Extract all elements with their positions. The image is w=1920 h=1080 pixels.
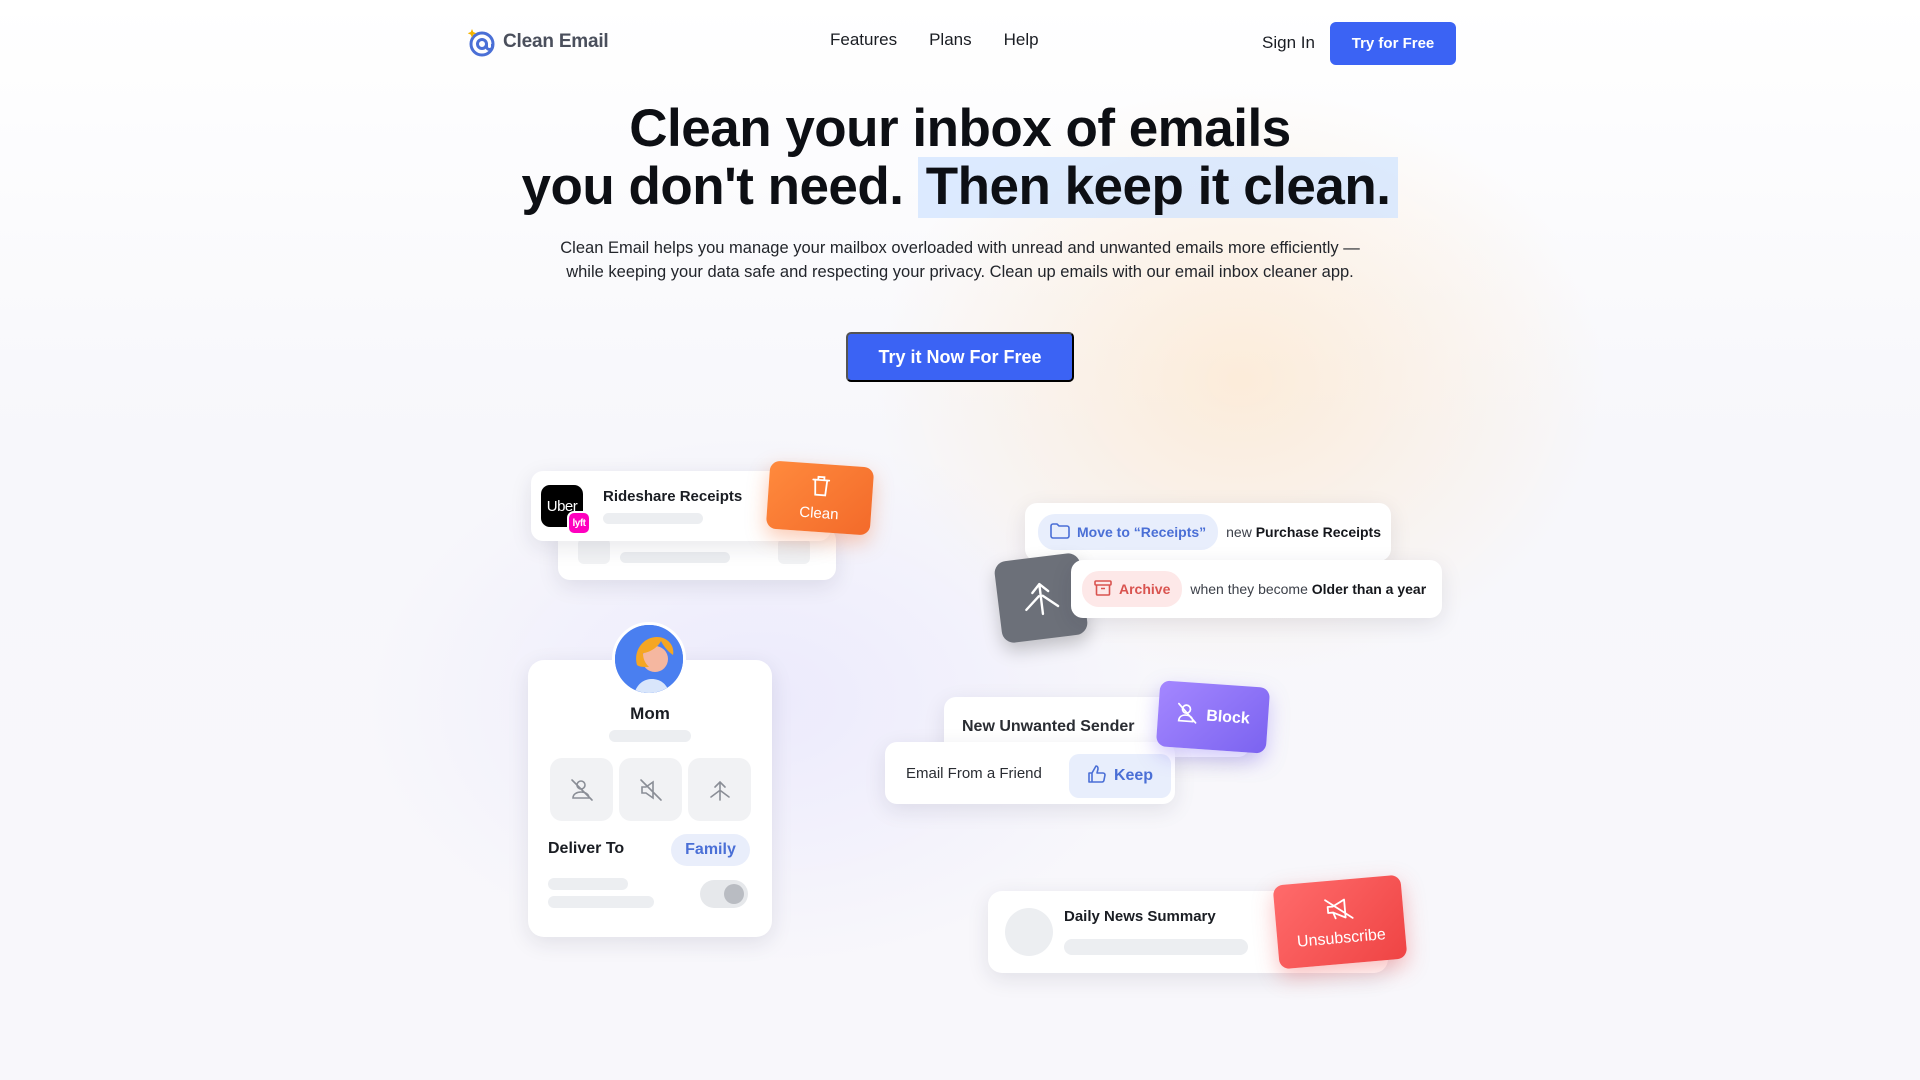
- clean-button[interactable]: Clean: [765, 460, 875, 536]
- block-sender-icon[interactable]: [550, 758, 613, 821]
- nav-help[interactable]: Help: [1004, 30, 1039, 50]
- mute-icon[interactable]: [619, 758, 682, 821]
- hero-description: Clean Email helps you manage your mailbo…: [560, 239, 1360, 281]
- clean-label: Clean: [798, 503, 840, 523]
- headline-highlight: Then keep it clean.: [917, 157, 1399, 218]
- nav-features[interactable]: Features: [830, 30, 897, 50]
- rule-archive-old[interactable]: Archive when they become Older than a ye…: [1071, 560, 1442, 618]
- at-sign-logo-icon: [465, 26, 497, 58]
- trash-icon: [778, 538, 810, 564]
- placeholder-line: [609, 730, 691, 742]
- deliver-to-label: Deliver To: [548, 840, 625, 857]
- unsubscribe-button[interactable]: Unsubscribe: [1272, 874, 1408, 970]
- archive-prefix: when they become: [1190, 581, 1308, 597]
- hero-headline: Clean your inbox of emails you don't nee…: [480, 99, 1440, 218]
- block-label: Block: [1205, 707, 1251, 728]
- move-to-receipts-pill[interactable]: Move to “Receipts”: [1038, 514, 1219, 550]
- headline-line-2a: you don't need.: [521, 157, 904, 216]
- main-nav: Features Plans Help: [830, 30, 1039, 50]
- logo-text: Clean Email: [503, 31, 609, 52]
- move-arrows-icon: [1016, 571, 1066, 625]
- block-user-icon: [1175, 701, 1199, 729]
- partner-logos-row: [0, 1068, 1920, 1080]
- contact-name: Mom: [630, 704, 670, 723]
- archive-target: Older than a year: [1311, 581, 1427, 597]
- try-it-now-button[interactable]: Try it Now For Free: [846, 332, 1074, 382]
- lyft-badge: lyft: [567, 511, 591, 535]
- contact-actions: [550, 758, 751, 821]
- sender-avatar-placeholder: [1005, 908, 1053, 956]
- move-icon[interactable]: [688, 758, 751, 821]
- megaphone-off-icon: [1323, 895, 1355, 927]
- placeholder-line: [548, 878, 628, 890]
- folder-icon: [1050, 522, 1070, 542]
- logo[interactable]: Clean Email: [465, 25, 609, 59]
- archive-icon: [1094, 579, 1112, 600]
- placeholder-line: [620, 552, 730, 563]
- trash-icon: [810, 474, 832, 501]
- archive-rule-text: when they become Older than a year: [1190, 581, 1426, 597]
- move-rule-text: new Purchase Receipts: [1226, 524, 1381, 540]
- archive-label: Archive: [1119, 581, 1171, 597]
- mom-contact-card[interactable]: Mom Deliver To Family: [528, 660, 772, 937]
- block-button[interactable]: Block: [1155, 680, 1271, 754]
- friend-email-label: Email From a Friend: [906, 764, 1042, 782]
- archive-pill[interactable]: Archive: [1082, 571, 1183, 607]
- keep-label: Keep: [1113, 767, 1154, 784]
- move-label: Move to “Receipts”: [1077, 524, 1207, 540]
- unwanted-sender-label: New Unwanted Sender: [962, 718, 1135, 735]
- nav-plans[interactable]: Plans: [929, 30, 972, 50]
- keep-button[interactable]: Keep: [1069, 754, 1171, 798]
- try-for-free-button[interactable]: Try for Free: [1330, 22, 1456, 65]
- move-target: Purchase Receipts: [1255, 524, 1382, 540]
- thumbs-up-icon: [1087, 764, 1107, 789]
- uber-logo: Uber lyft: [541, 485, 591, 535]
- rule-move-receipts[interactable]: Move to “Receipts” new Purchase Receipts: [1025, 503, 1391, 561]
- placeholder-line: [603, 513, 703, 524]
- news-title: Daily News Summary: [1064, 908, 1216, 925]
- sign-in-link[interactable]: Sign In: [1262, 33, 1315, 53]
- folder-icon: [578, 538, 610, 564]
- move-prefix: new: [1226, 524, 1252, 540]
- rideshare-title: Rideshare Receipts: [603, 488, 743, 505]
- headline-line-1: Clean your inbox of emails: [629, 99, 1291, 158]
- family-folder-pill[interactable]: Family: [671, 834, 750, 866]
- placeholder-line: [1064, 939, 1248, 955]
- unsubscribe-label: Unsubscribe: [1296, 925, 1387, 951]
- placeholder-line: [548, 896, 654, 908]
- deliver-toggle[interactable]: [700, 880, 748, 908]
- mom-avatar: [612, 622, 686, 696]
